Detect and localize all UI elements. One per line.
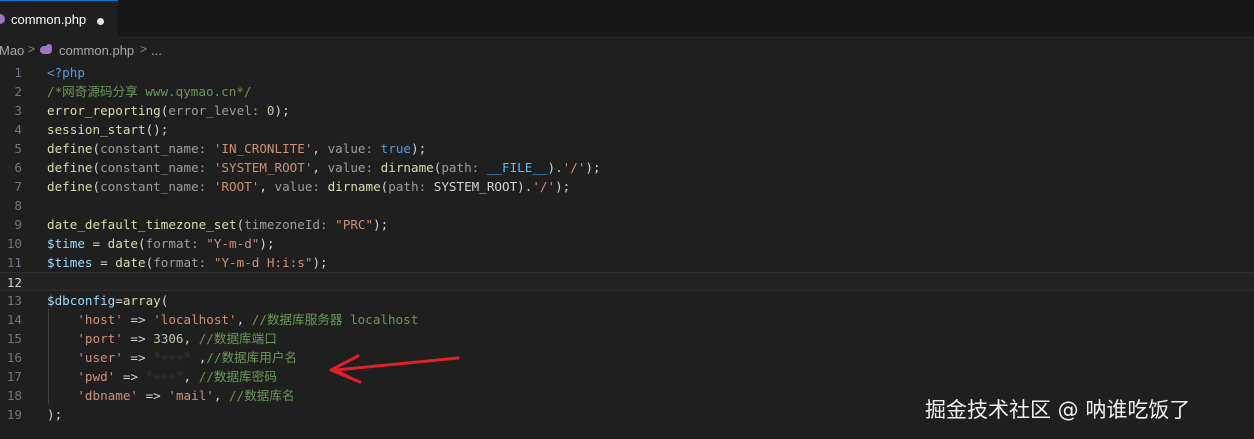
annotation-arrow (329, 354, 460, 384)
